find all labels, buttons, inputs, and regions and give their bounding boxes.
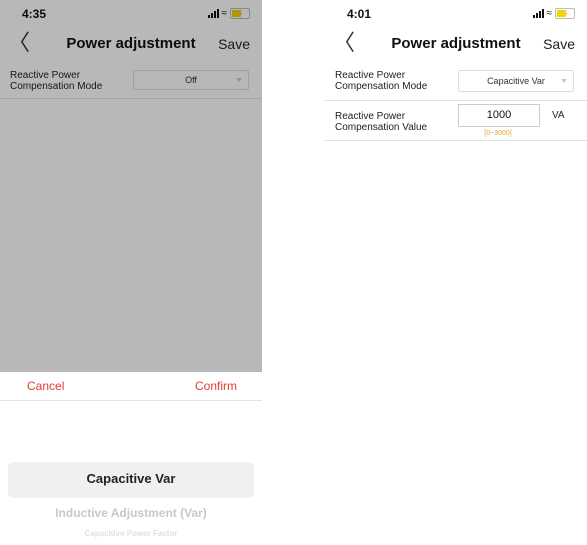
value-range-hint: [0~3000] (484, 130, 512, 137)
cancel-button[interactable]: Cancel (27, 379, 64, 393)
system-icons: ≈ ⚡ (532, 7, 575, 19)
dim-overlay[interactable] (0, 0, 262, 372)
compensation-mode-label: Reactive Power Compensation Mode (335, 70, 428, 92)
nav-bar: 〈 Power adjustment Save (325, 28, 587, 62)
compensation-mode-row: Reactive Power Compensation Mode Capacit… (325, 64, 587, 101)
status-time: 4:01 (347, 7, 372, 21)
picker-option-selected[interactable]: Capacitive Var (0, 471, 262, 486)
status-bar: 4:01 ≈ ⚡ (325, 0, 587, 28)
picker-sheet: Cancel Confirm Capacitive Var Inductive … (0, 372, 262, 545)
picker-option[interactable]: Inductive Adjustment (Var) (0, 506, 262, 520)
dropdown-caret-icon (561, 79, 567, 83)
wifi-icon: ≈ (546, 7, 553, 19)
right-screen: 4:01 ≈ ⚡ 〈 Power adjustment Save Reactiv… (325, 0, 587, 545)
battery-charging-icon: ⚡ (555, 8, 575, 19)
compensation-value-input[interactable]: 1000 (458, 104, 540, 127)
compensation-mode-value: Capacitive Var (487, 76, 545, 86)
save-button[interactable]: Save (543, 36, 575, 52)
compensation-mode-select[interactable]: Capacitive Var (458, 70, 574, 92)
compensation-value-row: Reactive Power Compensation Value 1000 [… (325, 100, 587, 141)
confirm-button[interactable]: Confirm (195, 379, 237, 393)
value-unit: VA (552, 110, 565, 121)
left-screen: 4:35 ≈ ⚡ 〈 Power adjustment Save Reactiv… (0, 0, 262, 545)
picker-option[interactable]: Capacitive Power Factor (0, 529, 262, 538)
compensation-value-label: Reactive Power Compensation Value (335, 111, 428, 133)
picker-toolbar: Cancel Confirm (0, 372, 262, 401)
signal-icon (532, 9, 544, 18)
